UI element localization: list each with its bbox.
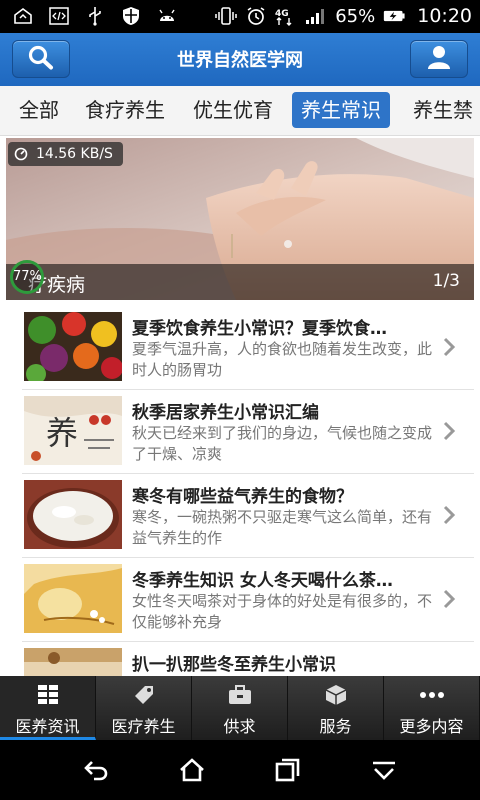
article-title: 扒一扒那些冬至养生小常识 xyxy=(132,655,336,675)
system-navigation-bar xyxy=(0,740,480,800)
list-item[interactable]: 扒一扒那些冬至养生小常识 xyxy=(22,642,474,676)
battery-percent: 65% xyxy=(335,5,376,27)
grid-icon xyxy=(35,683,61,707)
svg-text:4G: 4G xyxy=(275,9,289,19)
android-icon xyxy=(156,6,178,26)
shield-icon xyxy=(120,6,142,26)
svg-text:养: 养 xyxy=(46,414,78,452)
usb-icon xyxy=(84,6,106,26)
article-summary: 女性冬天喝茶对于身体的好处是有很多的，不仅能够补充身 xyxy=(132,592,432,631)
article-list: 夏季饮食养生小常识？夏季饮食… 夏季气温升高，人的食欲也随着发生改变，此时人的肠… xyxy=(22,306,474,676)
article-thumbnail xyxy=(24,648,122,676)
article-summary: 寒冬，一碗热粥不只驱走寒气这么简单，还有益气养生的作 xyxy=(132,508,432,547)
article-title: 秋季居家养生小常识汇编 xyxy=(132,403,319,423)
tab-all[interactable]: 全部 xyxy=(10,92,68,128)
chevron-right-icon xyxy=(443,505,456,525)
battery-charging-icon xyxy=(383,6,405,26)
nav-label: 医疗养生 xyxy=(111,717,176,736)
network-speed-text: 14.56 KB/S xyxy=(36,146,113,162)
user-icon xyxy=(426,44,452,74)
article-thumbnail xyxy=(24,564,122,633)
user-button[interactable] xyxy=(410,40,468,78)
tab-health-tips[interactable]: 养生常识 xyxy=(292,92,390,128)
tab-diet-therapy[interactable]: 食疗养生 xyxy=(76,92,174,128)
category-tabs: 全部 食疗养生 优生优育 养生常识 养生禁 xyxy=(0,86,480,136)
briefcase-icon xyxy=(227,683,253,707)
signal-icon xyxy=(305,6,327,26)
nav-label: 供求 xyxy=(223,717,256,736)
article-title: 寒冬有哪些益气养生的食物？ xyxy=(132,487,353,507)
more-dots-icon xyxy=(419,683,445,707)
chevron-right-icon xyxy=(443,337,456,357)
banner-caption-bar: 疗疾病 1/3 xyxy=(6,264,474,300)
nav-medical-news[interactable]: 医养资讯 xyxy=(0,676,96,740)
list-item[interactable]: 夏季饮食养生小常识？夏季饮食… 夏季气温升高，人的食欲也随着发生改变，此时人的肠… xyxy=(22,306,474,390)
banner-counter: 1/3 xyxy=(432,271,460,291)
nav-supply-demand[interactable]: 供求 xyxy=(192,676,288,740)
nav-label: 医养资讯 xyxy=(15,717,80,736)
chevron-right-icon xyxy=(443,589,456,609)
article-summary: 夏季气温升高，人的食欲也随着发生改变，此时人的肠胃功 xyxy=(132,340,432,379)
vibrate-icon xyxy=(215,6,237,26)
system-indicators: 4G 65% 10:20 xyxy=(215,5,472,27)
back-icon[interactable] xyxy=(82,757,110,783)
banner-carousel[interactable]: 14.56 KB/S 疗疾病 1/3 77% xyxy=(6,138,474,300)
notification-icons xyxy=(12,6,178,26)
list-item[interactable]: 养 秋季居家养生小常识汇编 秋天已经来到了我们的身边，气候也随之变成了干燥、凉爽 xyxy=(22,390,474,474)
code-icon xyxy=(48,6,70,26)
tab-eugenics[interactable]: 优生优育 xyxy=(184,92,282,128)
nav-services[interactable]: 服务 xyxy=(288,676,384,740)
article-title: 夏季饮食养生小常识？夏季饮食… xyxy=(132,319,387,339)
article-thumbnail: 养 xyxy=(24,396,122,465)
home-icon[interactable] xyxy=(178,757,206,783)
list-item[interactable]: 冬季养生知识 女人冬天喝什么茶… 女性冬天喝茶对于身体的好处是有很多的，不仅能够… xyxy=(22,558,474,642)
nav-label: 更多内容 xyxy=(399,717,464,736)
network-4g-icon: 4G xyxy=(275,6,297,26)
loading-progress: 77% xyxy=(10,260,44,294)
app-screen: 4G 65% 10:20 世界自然医学网 全部 食疗养生 优生优育 养生常识 养… xyxy=(0,0,480,800)
page-title: 世界自然医学网 xyxy=(177,50,303,71)
tag-icon xyxy=(131,683,157,707)
hide-keyboard-icon[interactable] xyxy=(370,757,398,783)
upload-icon xyxy=(12,6,34,26)
tab-health-taboos[interactable]: 养生禁 xyxy=(404,92,480,128)
status-bar: 4G 65% 10:20 xyxy=(0,0,480,33)
nav-medical-health[interactable]: 医疗养生 xyxy=(96,676,192,740)
article-title: 冬季养生知识 女人冬天喝什么茶… xyxy=(132,571,393,591)
list-item[interactable]: 寒冬有哪些益气养生的食物？ 寒冬，一碗热粥不只驱走寒气这么简单，还有益气养生的作 xyxy=(22,474,474,558)
clock: 10:20 xyxy=(417,5,472,27)
bottom-navigation: 医养资讯 医疗养生 供求 服务 更多内容 xyxy=(0,676,480,740)
nav-label: 服务 xyxy=(319,717,352,736)
article-thumbnail xyxy=(24,480,122,549)
article-thumbnail xyxy=(24,312,122,381)
cube-icon xyxy=(323,683,349,707)
app-header: 世界自然医学网 xyxy=(0,33,480,86)
chevron-right-icon xyxy=(443,421,456,441)
alarm-icon xyxy=(245,6,267,26)
article-summary: 秋天已经来到了我们的身边，气候也随之变成了干燥、凉爽 xyxy=(132,424,432,463)
nav-more[interactable]: 更多内容 xyxy=(384,676,480,740)
recent-apps-icon[interactable] xyxy=(274,757,302,783)
network-speed-indicator: 14.56 KB/S xyxy=(8,142,123,166)
speed-gauge-icon xyxy=(14,147,28,161)
